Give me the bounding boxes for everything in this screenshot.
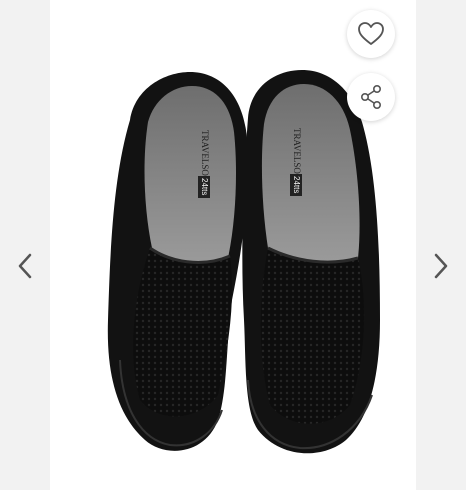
next-image-button[interactable]: [426, 250, 456, 282]
product-image-gallery: TRAVELSOFT 24tts TRAVELSOFT 24tts: [0, 0, 466, 490]
left-shoe: TRAVELSOFT 24tts: [107, 72, 249, 451]
left-sideband: [0, 0, 50, 490]
product-image-stage[interactable]: TRAVELSOFT 24tts TRAVELSOFT 24tts: [50, 0, 416, 490]
left-insole-size-print: 24tts: [200, 178, 209, 195]
chevron-left-icon: [18, 253, 32, 279]
previous-image-button[interactable]: [10, 250, 40, 282]
share-button[interactable]: [347, 73, 395, 121]
favorite-button[interactable]: [347, 10, 395, 58]
right-sideband: [416, 0, 466, 490]
share-icon: [360, 84, 382, 109]
heart-outline-icon: [358, 22, 384, 45]
right-shoe: TRAVELSOFT 24tts: [242, 70, 380, 454]
product-photo-shoes: TRAVELSOFT 24tts TRAVELSOFT 24tts: [107, 70, 380, 454]
chevron-right-icon: [434, 253, 448, 279]
right-insole-size-print: 24tts: [292, 176, 301, 193]
